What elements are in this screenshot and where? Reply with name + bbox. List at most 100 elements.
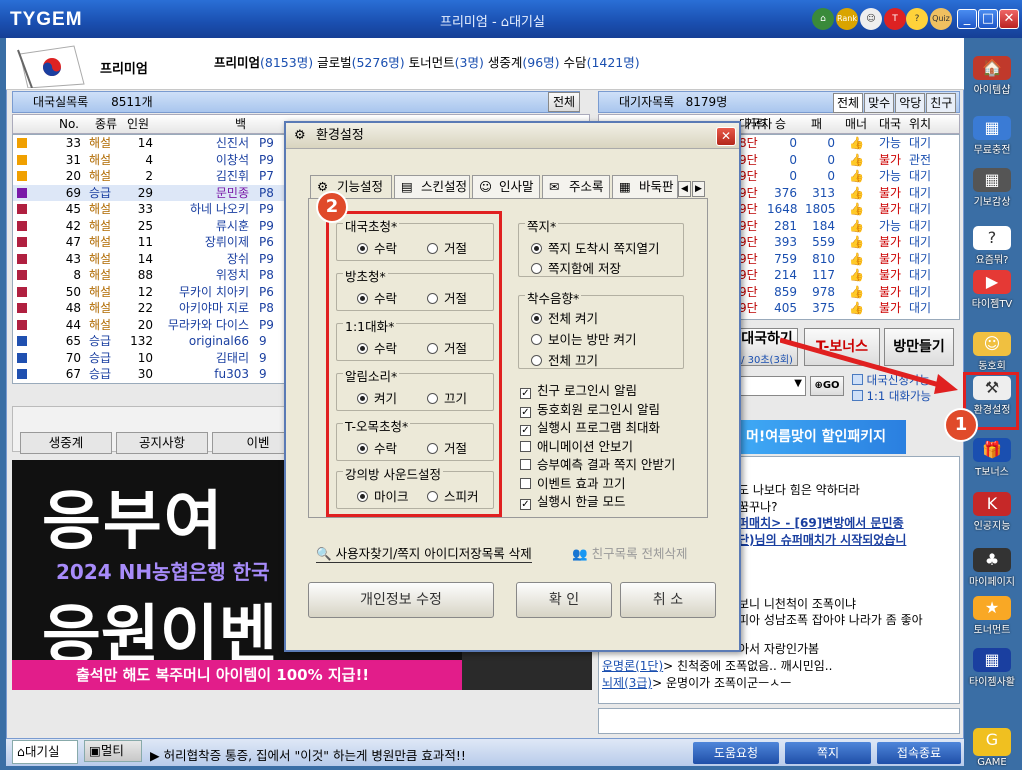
chat-input[interactable] <box>598 708 960 734</box>
wait-tab-1[interactable]: 맞수 <box>864 93 895 113</box>
stat-count: (8153명) <box>260 55 314 70</box>
sidebar-item-10[interactable]: ★ 토너먼트 <box>968 596 1016 636</box>
sidebar-item-4[interactable]: ▶ 타이젬TV <box>968 270 1016 310</box>
maximize-button[interactable]: □ <box>978 9 998 29</box>
sidebar-item-1[interactable]: ▦ 무료충전 <box>968 116 1016 156</box>
sidebar-label: 동호회 <box>978 361 1006 372</box>
sidebar-item-3[interactable]: ? 요즘뭐? <box>968 226 1016 266</box>
rank-icon[interactable]: Rank <box>836 8 858 30</box>
sound-radio[interactable]: 전체 켜기 <box>531 308 598 327</box>
sidebar-item-2[interactable]: ▦ 기보감상 <box>968 168 1016 208</box>
wait-col[interactable]: 위치 <box>909 115 931 133</box>
sound-radio[interactable]: 전체 끄기 <box>531 350 598 369</box>
sidebar-item-0[interactable]: 🏠 아이템샵 <box>968 56 1016 96</box>
user-win: 759 <box>774 251 797 266</box>
wait-col[interactable]: 기력 <box>745 115 767 133</box>
bulb-icon[interactable]: ? <box>906 8 928 30</box>
wait-col[interactable]: 패 <box>811 115 822 133</box>
setting-checkbox[interactable]: 승부예측 결과 쪽지 안받기 <box>520 454 675 473</box>
memo-button[interactable]: 쪽지 <box>785 742 871 764</box>
chat-line: 도 나보다 힘은 약하더라 <box>738 481 860 498</box>
setting-checkbox[interactable]: 이벤트 효과 끄기 <box>520 473 625 492</box>
tab-next-button[interactable]: ▶ <box>692 181 705 197</box>
dialog-tab-1[interactable]: ▤ 스킨설정 <box>394 175 470 198</box>
wait-tab-0[interactable]: 전체 <box>833 93 864 113</box>
user-rank: 9단 <box>739 152 758 167</box>
room-type: 해설 <box>89 235 112 249</box>
sidebar-item-12[interactable]: G GAME <box>968 728 1016 768</box>
room-no: 69 <box>65 185 81 200</box>
exit-button[interactable]: 접속종료 <box>877 742 961 764</box>
setting-checkbox[interactable]: ✓ 동호회원 로그인시 알림 <box>520 399 660 418</box>
user-lose: 559 <box>812 235 835 249</box>
col-no[interactable]: No. <box>59 115 79 133</box>
room-list-header: 대국실목록 8511개 <box>12 91 580 113</box>
chat-user[interactable]: 뇌제(3급) <box>602 676 652 690</box>
manner-icon: 👍 <box>849 169 864 183</box>
setting-checkbox[interactable]: ✓ 친구 로그인시 알림 <box>520 380 637 399</box>
tab-wait-room[interactable]: ⌂대기실 <box>12 740 78 764</box>
setting-checkbox[interactable]: ✓ 실행시 프로그램 최대화 <box>520 417 660 436</box>
memo-radio[interactable]: 쪽지함에 저장 <box>531 258 621 277</box>
tab-multi[interactable]: ▣멀티 <box>84 740 142 762</box>
sidebar-icon: ▦ <box>973 648 1011 672</box>
lower-tab-1[interactable]: 공지사항 <box>116 432 208 454</box>
close-window-button[interactable]: ✕ <box>999 9 1019 29</box>
profile-edit-button[interactable]: 개인정보 수정 <box>308 582 494 618</box>
setting-checkbox[interactable]: ✓ 실행시 한글 모드 <box>520 491 625 510</box>
lower-tab-0[interactable]: 생중계 <box>20 432 112 454</box>
delete-saved-ids-link[interactable]: 🔍 사용자찾기/쪽지 아이디저장목록 삭제 <box>316 543 532 563</box>
room-people: 14 <box>137 136 153 150</box>
delete-friends-link[interactable]: 👥 친구목록 전체삭제 <box>572 543 688 562</box>
room-type: 해설 <box>89 169 112 183</box>
title-bar: TYGEM 프리미엄 - ⌂대기실 ⌂ Rank ☺ T ? Quiz _ □ … <box>0 0 1022 38</box>
wait-tab-3[interactable]: 친구 <box>926 93 957 113</box>
dialog-tab-4[interactable]: ▦ 바둑판 <box>612 175 678 198</box>
setting-checkbox[interactable]: 애니메이션 안보기 <box>520 436 633 455</box>
room-rank: P7 <box>259 169 274 183</box>
sound-radio[interactable]: 보이는 방만 켜기 <box>531 329 636 348</box>
col-white[interactable]: 백 <box>235 115 246 133</box>
wait-col[interactable]: 매너 <box>845 115 867 133</box>
promo-banner[interactable]: 머!여름맞이 할인패키지 <box>740 420 906 454</box>
help-button[interactable]: 도움요청 <box>693 742 779 764</box>
memo-radio[interactable]: 쪽지 도착시 쪽지열기 <box>531 238 659 257</box>
mascot-icon[interactable]: ☺ <box>860 8 882 30</box>
sidebar-item-11[interactable]: ▦ 타이젬사활 <box>968 648 1016 688</box>
t-icon[interactable]: T <box>884 8 906 30</box>
user-play: 불가 <box>879 301 902 315</box>
sidebar-item-8[interactable]: K 인공지능 <box>968 492 1016 532</box>
banner-title: 응부여 <box>42 485 225 559</box>
room-no: 44 <box>65 317 81 332</box>
sidebar-item-7[interactable]: 🎁 T보너스 <box>968 438 1016 478</box>
col-people[interactable]: 인원 <box>127 115 149 133</box>
user-win: 405 <box>774 301 797 315</box>
sidebar-item-9[interactable]: ♣ 마이페이지 <box>968 548 1016 588</box>
col-type[interactable]: 종류 <box>95 115 117 133</box>
tab-prev-button[interactable]: ◀ <box>678 181 691 197</box>
user-rank: 9단 <box>739 202 758 216</box>
wait-tab-2[interactable]: 악당 <box>895 93 926 113</box>
room-type: 해설 <box>89 136 112 150</box>
wait-col[interactable]: 승 <box>775 115 786 133</box>
wait-col[interactable]: 대국 <box>879 115 901 133</box>
stat-count: (96명) <box>522 55 560 70</box>
dialog-tab-2[interactable]: ☺ 인사말 <box>472 175 540 198</box>
chat-text: 아서 자랑인가봄 <box>738 642 820 656</box>
room-all-button[interactable]: 전체 <box>548 92 580 112</box>
quiz-icon[interactable]: Quiz <box>930 8 952 30</box>
sidebar-label: 요즘뭐? <box>975 255 1009 266</box>
sidebar-item-5[interactable]: ☺ 동호회 <box>968 332 1016 372</box>
stat-3: 생중계(96명) <box>488 55 564 70</box>
minimize-button[interactable]: _ <box>957 9 977 29</box>
dialog-close-button[interactable]: ✕ <box>716 127 736 146</box>
stat-count: (5276명) <box>351 55 405 70</box>
dialog-tab-3[interactable]: ✉ 주소록 <box>542 175 610 198</box>
home-icon[interactable]: ⌂ <box>812 8 834 30</box>
ok-button[interactable]: 확 인 <box>516 582 612 618</box>
chat-text: 꿈꾸나? <box>738 500 778 514</box>
chat-user[interactable]: 운명론(1단) <box>602 659 663 673</box>
app-logo: TYGEM <box>10 9 83 30</box>
cancel-button[interactable]: 취 소 <box>620 582 716 618</box>
ticker[interactable]: ▶ 허리협착증 통증, 집에서 "이것" 하는게 병원만큼 효과적!! <box>150 745 466 764</box>
